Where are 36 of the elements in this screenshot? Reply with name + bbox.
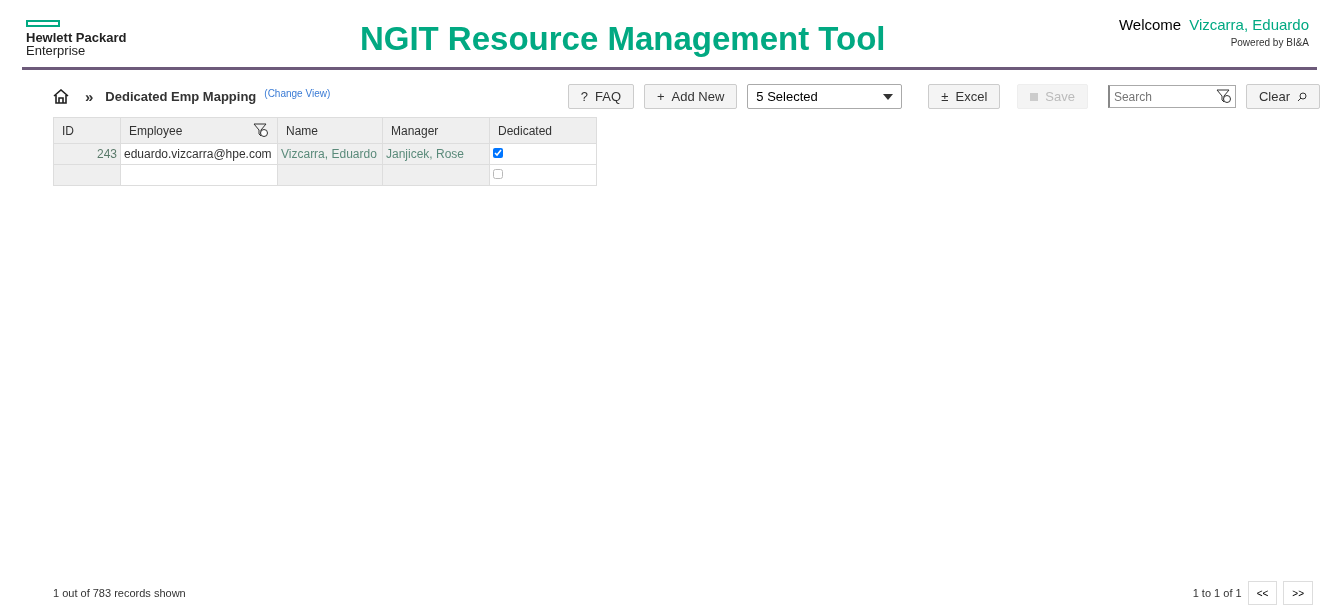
- change-view-link[interactable]: (Change View): [264, 88, 331, 99]
- home-icon[interactable]: [53, 89, 69, 104]
- excel-button[interactable]: ± Excel: [928, 84, 1001, 109]
- previous-button[interactable]: <<: [1247, 581, 1278, 605]
- powered-by: Powered by BI&A: [1230, 36, 1309, 48]
- page-range: 1 to 1 of 1: [1192, 587, 1242, 599]
- column-header[interactable]: Manager: [382, 117, 490, 144]
- filter-icon[interactable]: [1215, 89, 1232, 104]
- logo-text: Enterprise: [26, 44, 87, 57]
- dedicated-checkbox[interactable]: [493, 148, 503, 158]
- column-label: Employee: [129, 123, 183, 138]
- app-title: NGIT Resource Management Tool: [359, 19, 886, 58]
- search-field[interactable]: Search: [1107, 85, 1236, 108]
- column-header[interactable]: Employee: [120, 117, 278, 144]
- caret-icon: [883, 93, 894, 100]
- logo-text: Hewlett Packard: [26, 31, 127, 44]
- table-cell: [53, 164, 121, 186]
- welcome-label: Welcome: [1118, 15, 1182, 33]
- column-header[interactable]: ID: [53, 117, 121, 144]
- filter-icon[interactable]: [253, 123, 269, 138]
- dedicated-checkbox[interactable]: [493, 169, 503, 179]
- column-header[interactable]: Dedicated: [489, 117, 597, 144]
- faq-button[interactable]: ? FAQ: [567, 84, 634, 109]
- breadcrumb-separator: »: [85, 88, 94, 105]
- view-select[interactable]: 5 Selected: [747, 84, 903, 109]
- records-count: 1 out of 783 records shown: [53, 587, 186, 599]
- next-button[interactable]: >>: [1283, 581, 1313, 605]
- floppy-icon: [1030, 92, 1039, 101]
- table-cell: 243: [53, 143, 121, 165]
- clear-button[interactable]: Clear: [1245, 84, 1320, 109]
- logo-icon: [26, 20, 60, 27]
- search-icon: [1297, 91, 1307, 102]
- page-title: Dedicated Emp Mapping: [105, 89, 257, 104]
- add-new-button[interactable]: + Add New: [644, 84, 738, 109]
- user-name: Vizcarra, Eduardo: [1189, 15, 1309, 33]
- column-header[interactable]: Name: [277, 117, 383, 144]
